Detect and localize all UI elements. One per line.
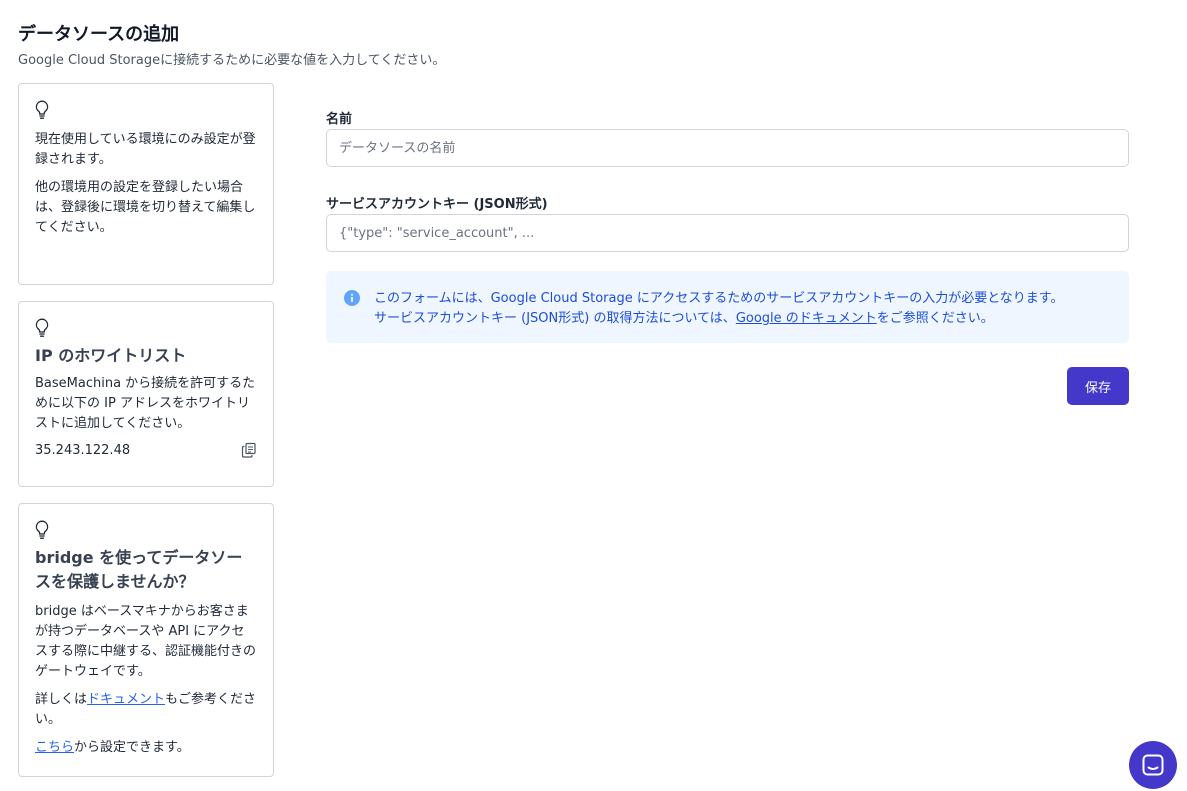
service-account-field-group: サービスアカウントキー (JSON形式): [326, 193, 1129, 252]
environment-switch-text: 他の環境用の設定を登録したい場合は、登録後に環境を切り替えて編集してください。: [35, 180, 256, 235]
ip-whitelist-card: IP のホワイトリスト BaseMachina から接続を許可するために以下の …: [18, 301, 274, 487]
bridge-doc-prefix: 詳しくは: [35, 692, 88, 707]
google-docs-link[interactable]: Google のドキュメント: [736, 311, 877, 326]
info-alert: このフォームには、Google Cloud Storage にアクセスするための…: [326, 271, 1129, 343]
ip-address-row: 35.243.122.48: [35, 442, 257, 458]
info-line-2-prefix: サービスアカウントキー (JSON形式) の取得方法については、: [374, 311, 736, 326]
environment-note-text: 現在使用している環境にのみ設定が登録されます。: [35, 132, 256, 167]
lightbulb-icon: [35, 318, 49, 337]
datasource-form: 名前 サービスアカウントキー (JSON形式): [326, 108, 1129, 252]
info-icon: [344, 290, 360, 306]
bridge-description: bridge はベースマキナからお客さまが持つデータベースや API にアクセス…: [35, 604, 257, 679]
info-line-2: サービスアカウントキー (JSON形式) の取得方法については、Google の…: [374, 309, 1064, 329]
info-text: このフォームには、Google Cloud Storage にアクセスするための…: [374, 289, 1064, 343]
info-line-1: このフォームには、Google Cloud Storage にアクセスするための…: [374, 291, 1064, 306]
chat-icon: [1142, 754, 1164, 776]
page-subtitle: Google Cloud Storageに接続するために必要な値を入力してくださ…: [18, 53, 446, 68]
bridge-title: bridge を使ってデータソースを保護しませんか？: [35, 548, 243, 591]
bridge-doc-link[interactable]: ドキュメント: [87, 692, 165, 707]
ip-address: 35.243.122.48: [35, 442, 131, 458]
ip-whitelist-text: BaseMachina から接続を許可するために以下の IP アドレスをホワイト…: [35, 376, 256, 431]
bridge-settings-suffix: から設定できます。: [74, 740, 190, 755]
lightbulb-icon: [35, 520, 49, 539]
service-account-input[interactable]: [326, 214, 1129, 252]
chat-launcher-button[interactable]: [1129, 741, 1177, 789]
page-title: データソースの追加: [18, 24, 180, 45]
lightbulb-icon: [35, 100, 49, 119]
name-label: 名前: [326, 112, 353, 127]
save-button[interactable]: 保存: [1067, 367, 1129, 405]
environment-note-card: 現在使用している環境にのみ設定が登録されます。 他の環境用の設定を登録したい場合…: [18, 83, 274, 285]
copy-icon[interactable]: [241, 442, 257, 458]
bridge-settings-text: こちらから設定できます。: [35, 738, 257, 758]
name-input[interactable]: [326, 129, 1129, 167]
bridge-settings-link[interactable]: こちら: [35, 740, 74, 755]
bridge-card: bridge を使ってデータソースを保護しませんか？ bridge はベースマキ…: [18, 503, 274, 777]
ip-whitelist-title: IP のホワイトリスト: [35, 346, 187, 365]
info-line-2-suffix: をご参照ください。: [876, 311, 994, 326]
service-account-label: サービスアカウントキー (JSON形式): [326, 197, 548, 212]
name-field-group: 名前: [326, 108, 1129, 167]
bridge-doc-text: 詳しくはドキュメントもご参考ください。: [35, 690, 257, 730]
